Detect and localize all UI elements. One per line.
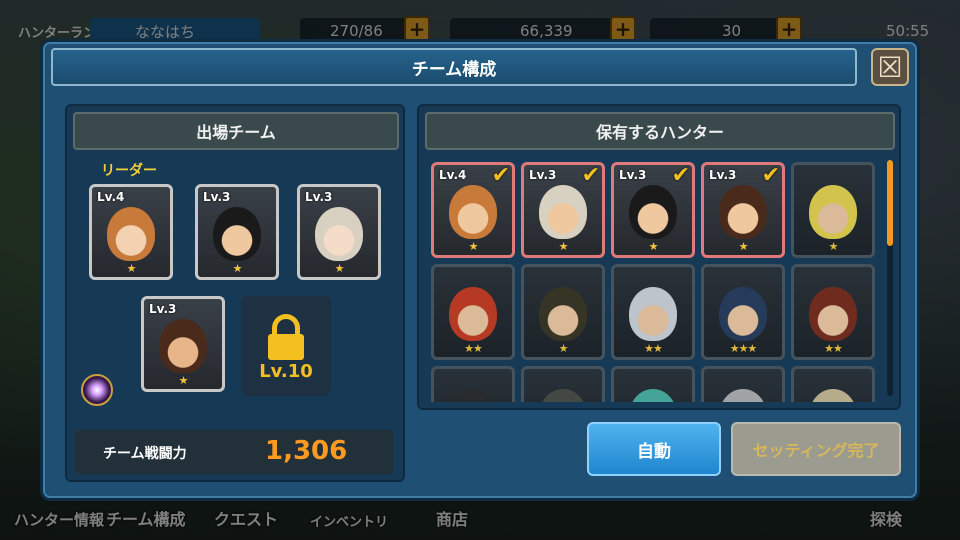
close-icon[interactable]: ☒ bbox=[871, 48, 909, 86]
hunter-level: Lv.3 bbox=[619, 168, 647, 182]
team-power-label: チーム戦闘力 bbox=[103, 446, 187, 462]
star-rating-icon: ★ bbox=[232, 262, 243, 275]
hunter-card[interactable] bbox=[701, 366, 785, 402]
hunter-level: Lv.3 bbox=[305, 190, 333, 204]
star-rating-icon: ★ bbox=[738, 240, 749, 253]
team-power-box: チーム戦闘力 1,306 bbox=[75, 430, 393, 474]
modal-title: チーム構成 bbox=[51, 48, 857, 86]
hunter-portrait bbox=[719, 286, 767, 341]
star-rating-icon: ★★ bbox=[644, 342, 663, 355]
hunter-card[interactable]: Lv.3 ★ ✔ bbox=[521, 162, 605, 258]
hunter-level: Lv.4 bbox=[439, 168, 467, 182]
hunter-card[interactable]: ★★ bbox=[431, 264, 515, 360]
hunter-portrait bbox=[809, 286, 857, 341]
hunter-portrait bbox=[315, 206, 363, 261]
hunter-card[interactable]: ★ bbox=[521, 264, 605, 360]
hunter-card[interactable]: ★★ bbox=[611, 264, 695, 360]
hunter-portrait bbox=[629, 286, 677, 341]
hunter-portrait bbox=[539, 184, 587, 239]
hunter-portrait bbox=[159, 318, 207, 373]
check-icon: ✔ bbox=[761, 163, 780, 188]
hunter-portrait bbox=[629, 184, 677, 239]
hunter-portrait bbox=[539, 286, 587, 341]
star-rating-icon: ★ bbox=[648, 240, 659, 253]
hunter-grid: Lv.4 ★ ✔ Lv.3 ★ ✔ Lv.3 ★ ✔ Lv.3 ★ ✔ ★ ★★ ★ ★★ ★★★ ★★ bbox=[427, 158, 889, 402]
star-rating-icon: ★ bbox=[334, 262, 345, 275]
hunter-card[interactable]: ★★★ bbox=[701, 264, 785, 360]
locked-slot-level: Lv.10 bbox=[259, 361, 313, 382]
hunter-portrait bbox=[719, 388, 767, 402]
team-slot[interactable]: Lv.3 ★ bbox=[297, 184, 381, 280]
hunter-level: Lv.3 bbox=[529, 168, 557, 182]
hunter-card[interactable]: ★ bbox=[791, 162, 875, 258]
hunter-card[interactable]: Lv.3 ★ ✔ bbox=[611, 162, 695, 258]
auto-button[interactable]: 自動 bbox=[587, 422, 721, 476]
hunter-level: Lv.4 bbox=[97, 190, 125, 204]
hunter-card[interactable]: Lv.3 ★ ✔ bbox=[701, 162, 785, 258]
skill-star-icon[interactable] bbox=[81, 374, 113, 406]
star-rating-icon: ★ bbox=[558, 342, 569, 355]
hunter-portrait bbox=[719, 184, 767, 239]
hunter-card[interactable] bbox=[791, 366, 875, 402]
star-rating-icon: ★★ bbox=[464, 342, 483, 355]
star-rating-icon: ★ bbox=[178, 374, 189, 387]
hunter-level: Lv.3 bbox=[203, 190, 231, 204]
leader-slot[interactable]: Lv.4 ★ bbox=[89, 184, 173, 280]
check-icon: ✔ bbox=[671, 163, 690, 188]
star-rating-icon: ★ bbox=[558, 240, 569, 253]
hunter-card[interactable] bbox=[431, 366, 515, 402]
star-rating-icon: ★★ bbox=[824, 342, 843, 355]
hunter-portrait bbox=[449, 184, 497, 239]
hunter-level: Lv.3 bbox=[149, 302, 177, 316]
team-panel: 出場チーム リーダー Lv.4 ★ Lv.3 ★ Lv.3 ★ Lv.3 ★ Lv.10 チー… bbox=[65, 104, 405, 482]
hunter-card[interactable] bbox=[521, 366, 605, 402]
hunter-portrait bbox=[213, 206, 261, 261]
hunter-portrait bbox=[539, 388, 587, 402]
hunter-portrait bbox=[449, 286, 497, 341]
owned-hunters-panel: 保有するハンター Lv.4 ★ ✔ Lv.3 ★ ✔ Lv.3 ★ ✔ Lv.3 ★ ✔ ★ ★★ ★ ★★ ★… bbox=[417, 104, 901, 410]
star-rating-icon: ★ bbox=[126, 262, 137, 275]
star-rating-icon: ★★★ bbox=[729, 342, 758, 355]
hunter-card[interactable]: ★★ bbox=[791, 264, 875, 360]
leader-label: リーダー bbox=[101, 163, 157, 179]
team-power-value: 1,306 bbox=[265, 436, 348, 466]
setting-complete-button[interactable]: セッティング完了 bbox=[731, 422, 901, 476]
star-rating-icon: ★ bbox=[828, 240, 839, 253]
team-slot[interactable]: Lv.3 ★ bbox=[141, 296, 225, 392]
hunter-level: Lv.3 bbox=[709, 168, 737, 182]
check-icon: ✔ bbox=[491, 163, 510, 188]
team-slot[interactable]: Lv.3 ★ bbox=[195, 184, 279, 280]
scrollbar-thumb[interactable] bbox=[887, 160, 893, 246]
hunter-portrait bbox=[809, 184, 857, 239]
check-icon: ✔ bbox=[581, 163, 600, 188]
hunter-portrait bbox=[449, 388, 497, 402]
team-header: 出場チーム bbox=[73, 112, 399, 150]
hunter-portrait bbox=[809, 388, 857, 402]
hunter-portrait bbox=[629, 388, 677, 402]
hunter-card[interactable] bbox=[611, 366, 695, 402]
hunter-card[interactable]: Lv.4 ★ ✔ bbox=[431, 162, 515, 258]
team-setup-modal: チーム構成 ☒ 出場チーム リーダー Lv.4 ★ Lv.3 ★ Lv.3 ★ Lv.3 ★ … bbox=[40, 39, 920, 501]
locked-slot: Lv.10 bbox=[241, 296, 331, 396]
hunter-portrait bbox=[107, 206, 155, 261]
owned-header: 保有するハンター bbox=[425, 112, 895, 150]
star-rating-icon: ★ bbox=[468, 240, 479, 253]
